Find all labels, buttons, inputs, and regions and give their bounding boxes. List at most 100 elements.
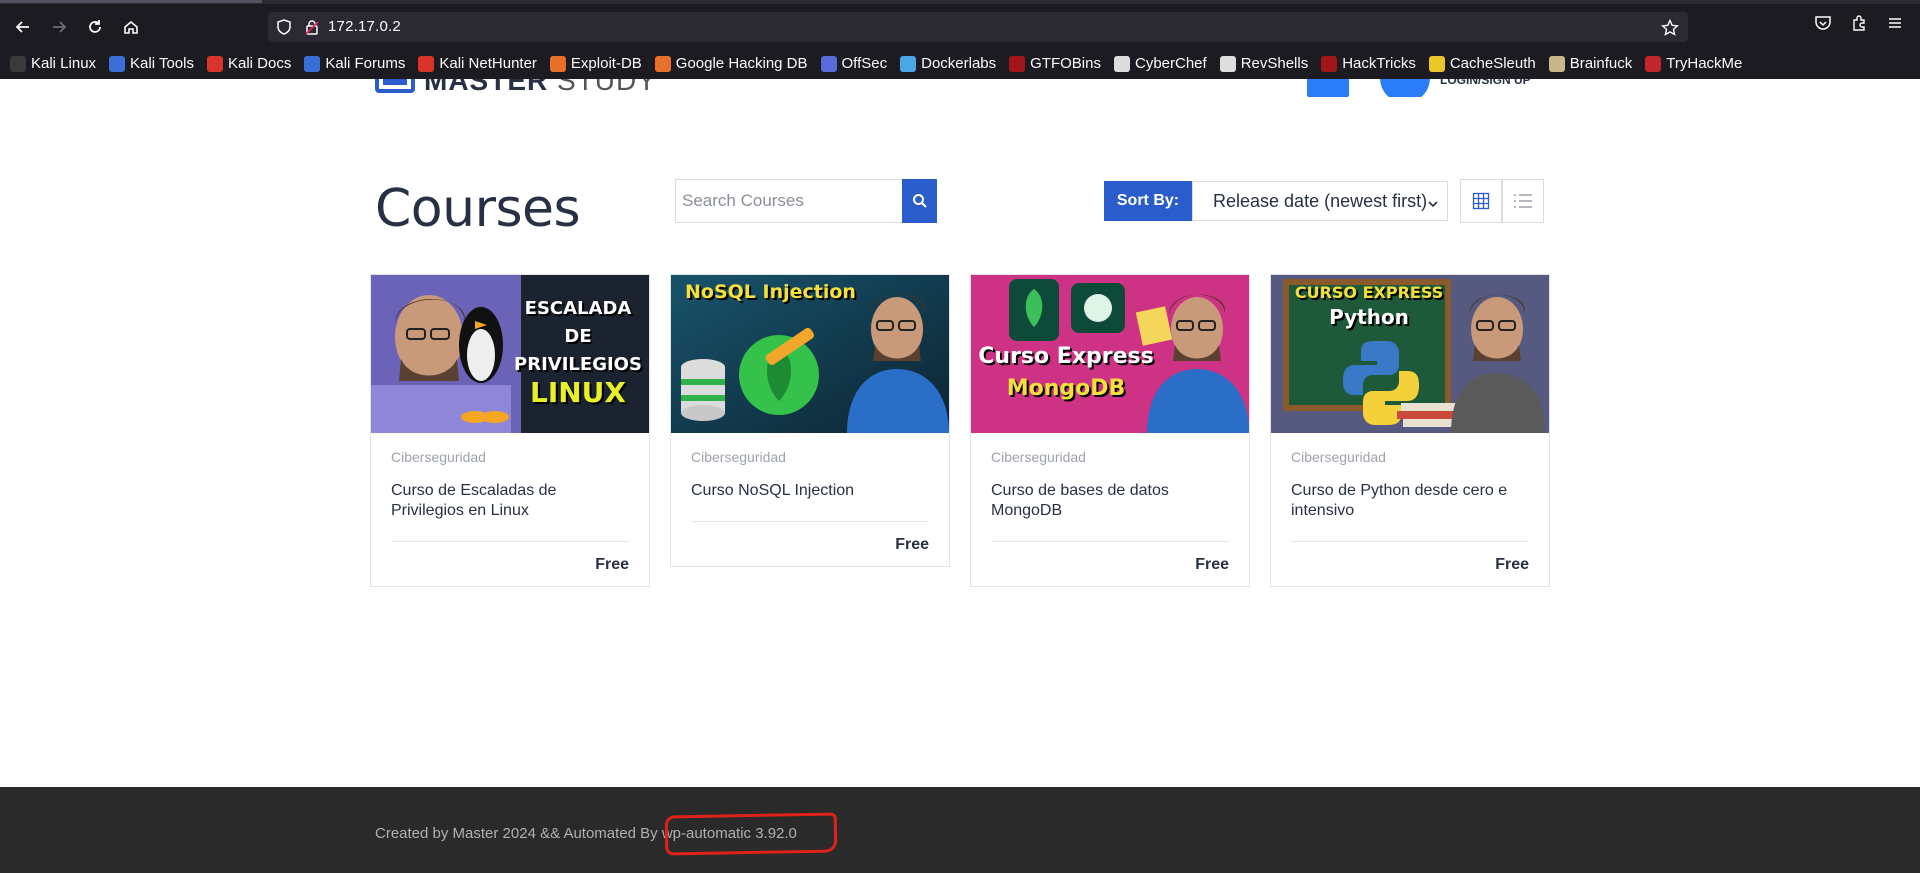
url-bar[interactable]: 172.17.0.2: [268, 12, 1688, 42]
bookmark-label: CacheSleuth: [1449, 55, 1536, 72]
course-card[interactable]: Curso Express MongoDB Ciberseguridad Cur…: [970, 274, 1250, 587]
logo-icon[interactable]: [375, 79, 415, 93]
page-content: MASTER STUDY LOGIN/SIGN UP Courses Sort …: [0, 79, 1920, 787]
bookmark-item[interactable]: CacheSleuth: [1428, 55, 1536, 72]
nethunter-icon: [418, 55, 435, 72]
kali-forums-icon: [304, 55, 321, 72]
bookmark-label: CyberChef: [1134, 55, 1207, 72]
course-category[interactable]: Ciberseguridad: [1291, 449, 1529, 465]
pocket-icon[interactable]: [1814, 14, 1832, 37]
course-thumbnail[interactable]: NoSQL Injection: [671, 275, 949, 433]
bookmark-label: Dockerlabs: [921, 55, 997, 72]
course-category[interactable]: Ciberseguridad: [991, 449, 1229, 465]
kali-docs-icon: [206, 55, 223, 72]
bookmark-label: Kali Docs: [227, 55, 292, 72]
course-price: Free: [1495, 556, 1529, 573]
cachesleuth-icon: [1428, 55, 1445, 72]
extensions-icon[interactable]: [1850, 14, 1868, 37]
course-title[interactable]: Curso NoSQL Injection: [691, 481, 929, 501]
skull-icon: [1219, 55, 1236, 72]
back-icon[interactable]: [10, 14, 36, 40]
menu-icon[interactable]: [1886, 14, 1904, 37]
bookmark-item[interactable]: Kali Linux: [10, 55, 96, 72]
browser-toolbar: 172.17.0.2: [0, 0, 1920, 54]
header-search-button[interactable]: [1307, 79, 1349, 97]
bookmarks-bar: Kali Linux Kali Tools Kali Docs Kali Forums…: [0, 48, 1920, 79]
sort-by-select[interactable]: Release date (newest first): [1192, 181, 1448, 221]
bookmark-item[interactable]: TryHackMe: [1645, 55, 1742, 72]
course-price: Free: [1195, 556, 1229, 573]
shield-icon[interactable]: [276, 19, 292, 40]
bookmark-item[interactable]: Kali Docs: [206, 55, 292, 72]
bookmark-label: GTFOBins: [1030, 55, 1101, 72]
course-category[interactable]: Ciberseguridad: [391, 449, 629, 465]
bookmark-item[interactable]: GTFOBins: [1009, 55, 1101, 72]
search-input[interactable]: [676, 180, 902, 222]
grid-view-button[interactable]: [1460, 179, 1502, 223]
course-search: [675, 179, 937, 223]
bookmark-item[interactable]: Kali Forums: [304, 55, 405, 72]
course-thumbnail[interactable]: Curso Express MongoDB: [971, 275, 1249, 433]
bookmark-label: Kali Forums: [325, 55, 406, 72]
bookmark-item[interactable]: Kali Tools: [109, 55, 194, 72]
sort-by-label: Sort By:: [1104, 181, 1192, 221]
active-tab-indicator[interactable]: [0, 0, 262, 3]
bookmark-label: RevShells: [1240, 55, 1309, 72]
thumb-text: PRIVILEGIOS: [514, 354, 642, 375]
course-thumbnail[interactable]: CURSO EXPRESS Python: [1271, 275, 1549, 433]
ghdb-icon: [654, 55, 671, 72]
cyberchef-icon: [1113, 55, 1130, 72]
course-title[interactable]: Curso de bases de datos MongoDB: [991, 481, 1229, 521]
bookmark-label: HackTricks: [1342, 55, 1416, 72]
kali-dragon-icon: [10, 55, 26, 72]
course-price: Free: [895, 536, 929, 553]
logo-bold: MASTER: [424, 79, 549, 96]
bookmark-item[interactable]: CyberChef: [1113, 55, 1207, 72]
tab-strip: [0, 0, 1920, 4]
bookmark-label: Kali NetHunter: [439, 55, 537, 72]
course-title[interactable]: Curso de Escaladas de Privilegios en Lin…: [391, 481, 629, 521]
reload-icon[interactable]: [82, 14, 108, 40]
bookmark-item[interactable]: HackTricks: [1321, 55, 1416, 72]
bookmark-item[interactable]: Brainfuck: [1548, 55, 1632, 72]
course-thumbnail[interactable]: ESCALADA DE PRIVILEGIOS LINUX: [371, 275, 649, 433]
bookmark-item[interactable]: Kali NetHunter: [418, 55, 537, 72]
bookmark-star-icon[interactable]: [1660, 18, 1680, 42]
thumb-text: Python: [1329, 305, 1409, 329]
thumb-text: Curso Express: [978, 344, 1154, 369]
site-logo[interactable]: MASTER STUDY: [424, 79, 657, 97]
login-link[interactable]: LOGIN/SIGN UP: [1440, 79, 1531, 87]
kali-tools-icon: [109, 55, 126, 72]
thumb-text: MongoDB: [1006, 376, 1126, 401]
bookmark-label: Google Hacking DB: [675, 55, 808, 72]
home-icon[interactable]: [118, 14, 144, 40]
course-card[interactable]: CURSO EXPRESS Python Ciberseguridad Curs…: [1270, 274, 1550, 587]
thumb-text: CURSO EXPRESS: [1294, 283, 1444, 302]
grid-icon: [1472, 192, 1490, 210]
bookmark-item[interactable]: Exploit-DB: [549, 55, 642, 72]
bookmark-item[interactable]: RevShells: [1219, 55, 1309, 72]
thumb-text: ESCALADA DE: [524, 298, 632, 347]
forward-icon[interactable]: [46, 14, 72, 40]
list-view-button[interactable]: [1502, 179, 1544, 223]
brainfuck-icon: [1548, 55, 1565, 72]
search-button[interactable]: [902, 179, 937, 223]
url-text[interactable]: 172.17.0.2: [328, 18, 401, 35]
course-price: Free: [595, 556, 629, 573]
course-card[interactable]: NoSQL Injection Ciberseguridad Curso NoS…: [670, 274, 950, 567]
bookmark-item[interactable]: OffSec: [820, 55, 887, 72]
course-card[interactable]: ESCALADA DE PRIVILEGIOS LINUX Cibersegur…: [370, 274, 650, 587]
course-title[interactable]: Curso de Python desde cero e intensivo: [1291, 481, 1529, 521]
bookmark-item[interactable]: Google Hacking DB: [654, 55, 808, 72]
user-avatar-icon[interactable]: [1380, 79, 1430, 97]
gtfobins-icon: [1009, 55, 1026, 72]
search-icon: [912, 194, 927, 208]
sort-by-value: Release date (newest first): [1213, 190, 1428, 211]
insecure-lock-icon[interactable]: [304, 19, 320, 40]
dockerlabs-icon: [900, 55, 917, 72]
red-annotation-circle: [664, 812, 838, 856]
bookmark-item[interactable]: Dockerlabs: [900, 55, 996, 72]
course-category[interactable]: Ciberseguridad: [691, 449, 929, 465]
hacktricks-icon: [1321, 55, 1338, 72]
exploit-db-icon: [549, 55, 566, 72]
